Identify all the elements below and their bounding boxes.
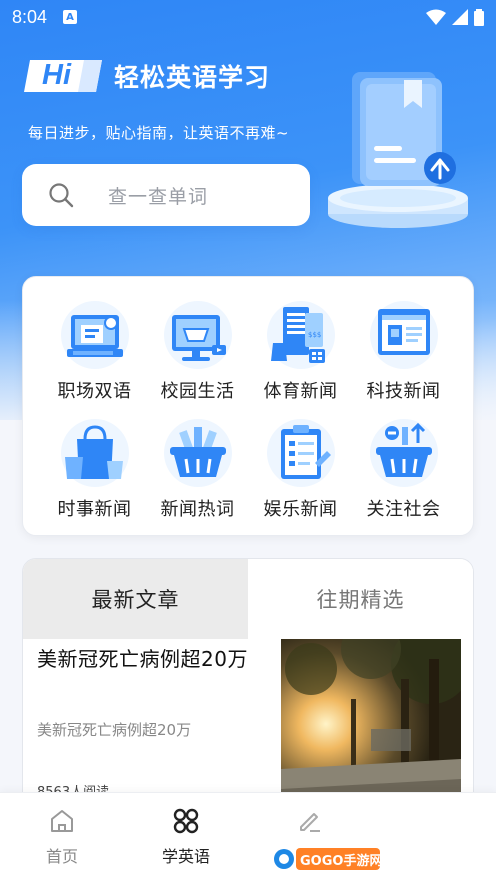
category-item-society[interactable]: 关注社会 <box>352 417 455 535</box>
category-grid: 职场双语 校园生活 $$$ 体育新闻 科技新闻 时事新闻 新闻热词 娱乐新闻 关… <box>43 299 455 520</box>
article-summary: 美新冠死亡病例超20万 <box>37 721 192 739</box>
wifi-icon <box>426 9 446 25</box>
article-tabs: 最新文章 往期精选 <box>23 559 473 639</box>
nav-home[interactable]: 首页 <box>0 793 124 881</box>
tab-latest-articles[interactable]: 最新文章 <box>23 559 248 639</box>
nav-learn-english[interactable]: 学英语 <box>124 793 248 881</box>
hi-logo-icon: Hi <box>24 56 104 96</box>
category-item-sports[interactable]: $$$ 体育新闻 <box>249 299 352 417</box>
category-label: 关注社会 <box>366 499 441 520</box>
profile-icon <box>420 807 448 835</box>
hi-logo-text: Hi <box>42 59 71 91</box>
article-title: 美新冠死亡病例超20万 <box>37 647 248 671</box>
battery-icon <box>474 8 484 26</box>
home-icon <box>51 810 73 832</box>
search-placeholder: 查一查单词 <box>108 185 209 208</box>
watermark-text: GOGO手游网 <box>300 853 382 869</box>
status-time: 8:04 <box>12 6 48 27</box>
article-card: 最新文章 往期精选 美新冠死亡病例超20万 美新冠死亡病例超20万 8563人阅… <box>22 558 474 818</box>
tab-past-selections[interactable]: 往期精选 <box>248 559 473 639</box>
svg-text:$$$: $$$ <box>308 331 321 339</box>
notification-icon: A <box>63 10 78 24</box>
office-icon <box>60 301 129 369</box>
category-label: 娱乐新闻 <box>263 499 338 520</box>
category-label: 校园生活 <box>160 381 235 402</box>
nav-label: 学英语 <box>161 847 210 866</box>
grid-icon <box>173 808 199 834</box>
current-affairs-icon <box>60 419 129 487</box>
category-label: 科技新闻 <box>366 381 441 402</box>
nav-label: 首页 <box>45 847 78 866</box>
tech-icon <box>369 301 438 369</box>
category-label: 时事新闻 <box>57 499 132 520</box>
society-icon <box>369 419 438 487</box>
category-label: 体育新闻 <box>263 381 338 402</box>
edit-icon <box>300 813 320 832</box>
category-item-tech[interactable]: 科技新闻 <box>352 299 455 417</box>
entertainment-icon <box>266 419 335 487</box>
category-item-hot-words[interactable]: 新闻热词 <box>146 417 249 535</box>
category-label: 职场双语 <box>57 381 132 402</box>
category-item-entertainment[interactable]: 娱乐新闻 <box>249 417 352 535</box>
app-header: Hi 轻松英语学习 <box>24 56 270 96</box>
watermark-logo: GOGO手游网 <box>274 848 382 870</box>
category-item-office[interactable]: 职场双语 <box>43 299 146 417</box>
campus-icon <box>163 301 232 369</box>
article-thumbnail <box>281 639 461 809</box>
signal-icon <box>452 9 468 25</box>
status-bar: 8:04 A <box>0 0 496 34</box>
status-icons <box>426 8 484 26</box>
sports-icon: $$$ <box>266 301 335 369</box>
book-illustration-icon <box>328 72 468 228</box>
nav-profile[interactable] <box>372 793 496 881</box>
category-label: 新闻热词 <box>160 499 235 520</box>
search-icon <box>49 183 74 208</box>
category-item-campus[interactable]: 校园生活 <box>146 299 249 417</box>
category-card: 职场双语 校园生活 $$$ 体育新闻 科技新闻 时事新闻 新闻热词 娱乐新闻 关… <box>22 276 474 536</box>
slogan: 每日进步，贴心指南，让英语不再难~ <box>28 124 290 142</box>
app-title: 轻松英语学习 <box>114 63 271 92</box>
category-item-current-affairs[interactable]: 时事新闻 <box>43 417 146 535</box>
search-input[interactable]: 查一查单词 <box>22 164 310 226</box>
hot-words-icon <box>163 419 232 487</box>
bottom-nav: 首页 学英语 <box>0 792 496 881</box>
